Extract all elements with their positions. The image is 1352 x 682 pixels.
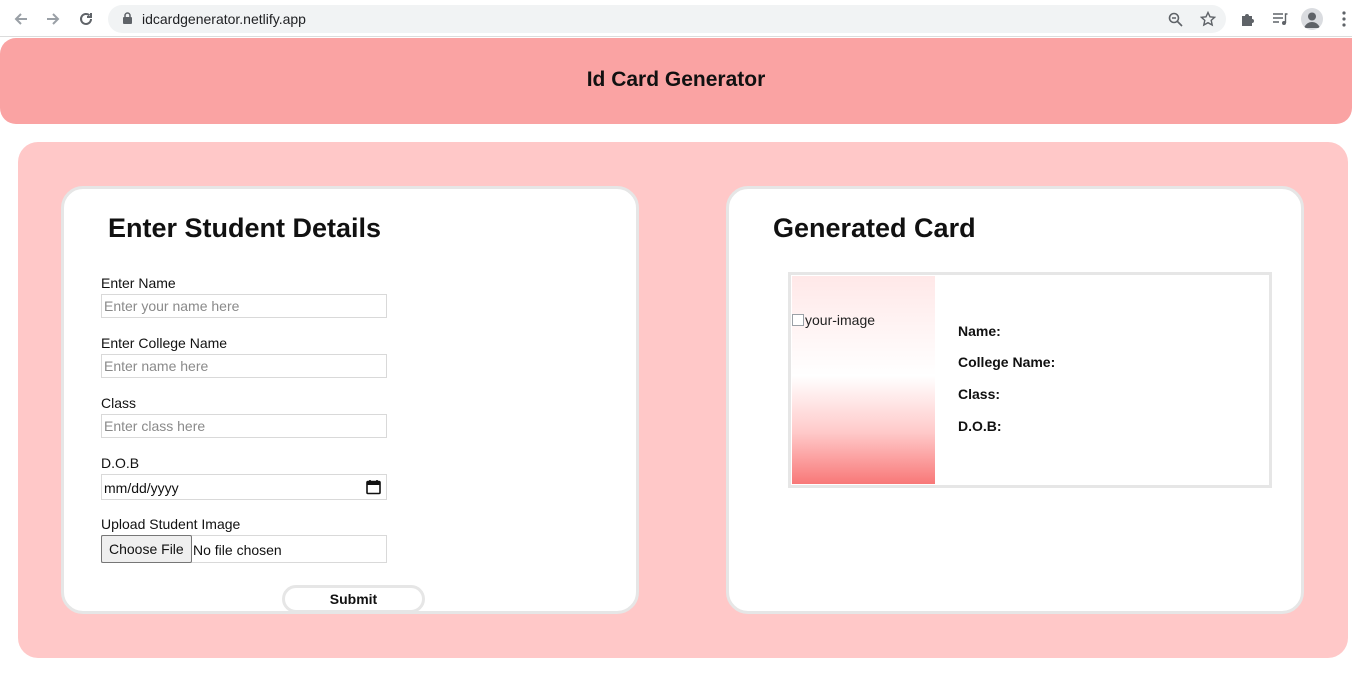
id-card: your-image Name: College Name: Class: D.… [788,272,1272,488]
dob-label: D.O.B [101,455,140,471]
card-class-label: Class: [958,386,1001,402]
back-icon[interactable] [10,8,32,30]
image-alt-text: your-image [805,312,876,328]
image-file-input[interactable]: Choose File No file chosen [101,535,387,563]
name-label: Enter Name [101,275,176,291]
url-text: idcardgenerator.netlify.app [142,11,306,27]
calendar-icon[interactable] [366,479,381,495]
college-input[interactable] [101,354,387,378]
generated-card-panel: Generated Card your-image Name: College … [726,186,1304,614]
dob-input[interactable]: mm/dd/yyyy [101,474,387,500]
student-form: Enter Student Details Enter Name Enter C… [61,186,639,614]
college-label: Enter College Name [101,335,228,351]
card-name-label: Name: [958,323,1001,339]
zoom-out-icon[interactable] [1165,9,1185,29]
image-label: Upload Student Image [101,516,241,532]
header-banner: Id Card Generator [0,38,1352,124]
submit-button[interactable]: Submit [282,585,425,613]
browser-toolbar: idcardgenerator.netlify.app [0,0,1352,37]
reload-icon[interactable] [75,8,97,30]
page-title: Id Card Generator [586,68,766,91]
address-bar[interactable]: idcardgenerator.netlify.app [108,5,1226,33]
card-dob-label: D.O.B: [958,418,1002,434]
class-input[interactable] [101,414,387,438]
file-status: No file chosen [193,542,282,558]
dob-placeholder: mm/dd/yyyy [104,480,179,496]
kebab-menu-icon[interactable] [1333,8,1352,30]
lock-icon [123,12,132,24]
playlist-icon[interactable] [1269,8,1291,30]
broken-image-icon [792,314,804,326]
form-title: Enter Student Details [108,213,382,243]
student-photo: your-image [792,276,935,484]
card-college-label: College Name: [958,354,1056,370]
account-icon[interactable] [1301,8,1323,30]
forward-icon[interactable] [42,8,64,30]
star-icon[interactable] [1198,9,1218,29]
name-input[interactable] [101,294,387,318]
class-label: Class [101,395,137,411]
generated-card-title: Generated Card [773,213,976,243]
puzzle-icon[interactable] [1237,8,1259,30]
main-panel: Enter Student Details Enter Name Enter C… [18,142,1348,658]
choose-file-button[interactable]: Choose File [101,535,192,563]
